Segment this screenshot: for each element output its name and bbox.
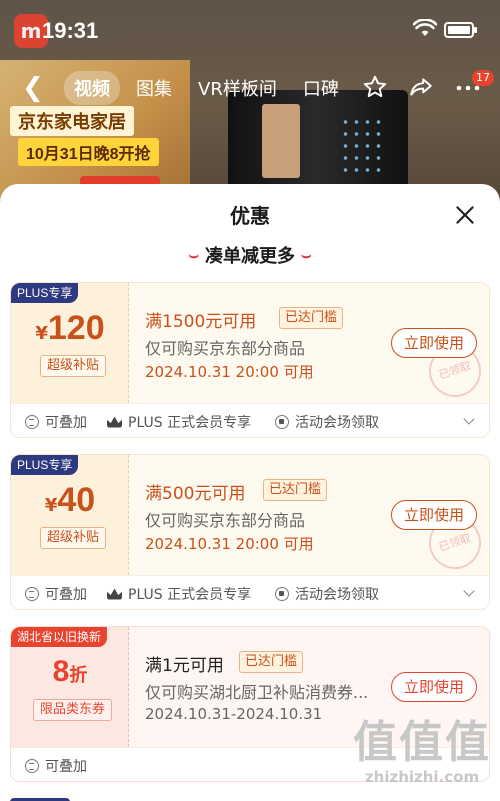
coupon-condition: 满1元可用	[145, 656, 224, 676]
sheet-title: 优惠	[230, 204, 270, 228]
stackable-info: 可叠加	[25, 756, 87, 776]
smile-decoration-icon: ⌣	[188, 245, 199, 264]
trade-in-tag: 湖北省以旧换新	[11, 627, 108, 647]
stack-icon	[25, 587, 39, 601]
crown-icon	[107, 588, 122, 600]
coupon-amount: ¥120	[35, 309, 105, 347]
tab-video[interactable]: 视频	[64, 71, 120, 105]
stackable-info: 可叠加	[25, 412, 87, 432]
section-subtitle: ⌣ 凑单减更多 ⌣	[0, 242, 500, 268]
coupon-body: PLUS专享 ¥40 超级补贴 满500元可用 已达门槛 仅可购买京东部分商品 …	[11, 455, 489, 576]
coupon-body: PLUS专享 ¥120 超级补贴 满1500元可用 已达门槛 仅可购买京东部分商…	[11, 283, 489, 404]
coupon-amount: ¥40	[44, 481, 96, 519]
coupon-value-panel: PLUS专享 ¥40 超级补贴	[11, 455, 129, 575]
coupon-condition: 满1500元可用	[145, 312, 257, 332]
back-arrow-icon[interactable]: ❮	[22, 75, 44, 101]
promo-text-brand: 京东家电家居	[10, 106, 134, 136]
threshold-reached-badge: 已达门槛	[239, 651, 304, 673]
smile-decoration-icon: ⌣	[301, 245, 312, 264]
message-count-badge: 17	[472, 70, 494, 86]
venue-icon	[275, 587, 289, 601]
top-nav: ❮ 视频 图集 VR样板间 口碑	[0, 68, 500, 108]
status-time: 19:31	[42, 18, 99, 43]
claim-source-info: 活动会场领取	[275, 584, 379, 604]
claim-source-info: 活动会场领取	[275, 412, 379, 432]
coupon-validity: 2024.10.31 20:00 可用	[145, 363, 314, 381]
coupon-condition: 满500元可用	[145, 484, 246, 504]
coupon-description: 仅可购买湖北厨卫补贴消费券...	[145, 683, 369, 702]
coupon-card: PLUS专享 ¥120 超级补贴 满1500元可用 已达门槛 仅可购买京东部分商…	[10, 282, 490, 438]
coupon-discount: 8折	[52, 655, 88, 688]
coupon-type-label: 超级补贴	[40, 527, 107, 549]
venue-icon	[275, 415, 289, 429]
coupon-sheet: 优惠 ⌣ 凑单减更多 ⌣ PLUS专享 ¥120 超级补贴 满1500元可用 已达门…	[0, 184, 500, 801]
coupon-footer[interactable]: 可叠加 PLUS 正式会员专享 活动会场领取	[11, 575, 489, 609]
plus-exclusive-tag: PLUS专享	[11, 283, 79, 303]
coupon-validity: 2024.10.31-2024.10.31	[145, 705, 323, 723]
coupon-description: 仅可购买京东部分商品	[145, 339, 306, 358]
star-icon[interactable]	[362, 74, 388, 100]
coupon-value-panel: 湖北省以旧换新 8折 限品类东券	[11, 627, 129, 747]
site-watermark: 值值值 zhizhizhi.com	[352, 717, 492, 787]
promo-text-date: 10月31日晚8开抢	[18, 138, 159, 166]
coupon-type-label: 超级补贴	[40, 355, 107, 377]
watermark-url: zhizhizhi.com	[364, 768, 480, 786]
chevron-down-icon[interactable]	[463, 413, 475, 425]
media-tabs: 视频 图集 VR样板间 口碑	[64, 71, 349, 105]
battery-icon	[444, 22, 477, 38]
use-now-button[interactable]: 立即使用	[391, 500, 477, 530]
crown-icon	[107, 416, 122, 428]
tab-reviews[interactable]: 口碑	[293, 71, 349, 105]
coupon-card: PLUS专享 ¥40 超级补贴 满500元可用 已达门槛 仅可购买京东部分商品 …	[10, 454, 490, 610]
coupon-description: 仅可购买京东部分商品	[145, 511, 306, 530]
close-icon[interactable]	[452, 202, 478, 228]
subtitle-text: 凑单减更多	[205, 246, 295, 267]
use-now-button[interactable]: 立即使用	[391, 328, 477, 358]
product-image-screen	[262, 104, 300, 178]
plus-member-info: PLUS 正式会员专享	[107, 584, 251, 604]
use-now-button[interactable]: 立即使用	[391, 672, 477, 702]
tab-vr-showroom[interactable]: VR样板间	[188, 71, 287, 105]
coupon-footer[interactable]: 可叠加 PLUS 正式会员专享 活动会场领取	[11, 403, 489, 437]
plus-member-info: PLUS 正式会员专享	[107, 412, 251, 432]
stackable-info: 可叠加	[25, 584, 87, 604]
threshold-reached-badge: 已达门槛	[263, 479, 328, 501]
stack-icon	[25, 759, 39, 773]
coupon-validity: 2024.10.31 20:00 可用	[145, 535, 314, 553]
product-image-keypad	[340, 116, 384, 176]
plus-exclusive-tag: PLUS专享	[11, 455, 79, 475]
share-icon[interactable]	[408, 74, 434, 100]
threshold-reached-badge: 已达门槛	[279, 307, 344, 329]
watermark-logo: 值值值	[353, 717, 491, 768]
chevron-down-icon[interactable]	[463, 585, 475, 597]
wifi-icon	[413, 19, 437, 36]
coupon-type-label: 限品类东券	[33, 699, 113, 721]
coupon-value-panel: PLUS专享 ¥120 超级补贴	[11, 283, 129, 403]
tab-gallery[interactable]: 图集	[126, 71, 182, 105]
status-bar: m 19:31	[0, 0, 500, 60]
stack-icon	[25, 415, 39, 429]
